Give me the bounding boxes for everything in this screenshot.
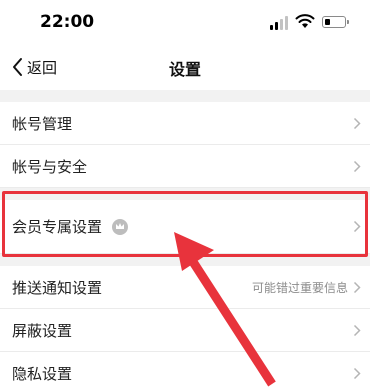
settings-item-label: 帐号管理 xyxy=(12,114,73,133)
settings-item-member-settings[interactable]: 会员专属设置 xyxy=(0,200,370,254)
settings-item-block-settings[interactable]: 屏蔽设置 xyxy=(0,309,370,352)
nav-bar: 返回 设置 xyxy=(0,44,370,90)
status-time: 22:00 xyxy=(40,12,95,32)
settings-item-label: 推送通知设置 xyxy=(12,278,103,297)
crown-icon xyxy=(112,218,129,235)
chevron-right-icon xyxy=(353,324,361,337)
wifi-icon xyxy=(295,14,315,28)
settings-item-label: 帐号与安全 xyxy=(12,157,88,176)
settings-list: 帐号管理 帐号与安全 会员专属设置 推送通知设置 可能错过重要信息 屏蔽设置 隐… xyxy=(0,102,370,389)
settings-item-account-management[interactable]: 帐号管理 xyxy=(0,102,370,145)
settings-item-account-security[interactable]: 帐号与安全 xyxy=(0,145,370,188)
chevron-right-icon xyxy=(353,220,361,233)
settings-item-label: 隐私设置 xyxy=(12,364,73,383)
section-gap xyxy=(0,188,370,200)
section-gap xyxy=(0,254,370,266)
chevron-right-icon xyxy=(353,367,361,380)
battery-icon xyxy=(322,16,349,28)
settings-item-privacy-settings[interactable]: 隐私设置 xyxy=(0,352,370,389)
settings-item-hint: 可能错过重要信息 xyxy=(251,280,348,295)
settings-item-label: 屏蔽设置 xyxy=(12,321,73,340)
chevron-right-icon xyxy=(353,281,361,294)
chevron-right-icon xyxy=(353,117,361,130)
signal-icon xyxy=(270,16,292,30)
status-bar: 22:00 xyxy=(0,0,370,44)
settings-item-push-notifications[interactable]: 推送通知设置 可能错过重要信息 xyxy=(0,266,370,309)
settings-item-label: 会员专属设置 xyxy=(12,218,103,236)
chevron-right-icon xyxy=(353,160,361,173)
settings-screen: 22:00 返回 设置 帐号管理 帐号与安全 会员专属设置 推送通知设置 可能错… xyxy=(0,0,370,389)
page-title: 设置 xyxy=(168,60,201,79)
